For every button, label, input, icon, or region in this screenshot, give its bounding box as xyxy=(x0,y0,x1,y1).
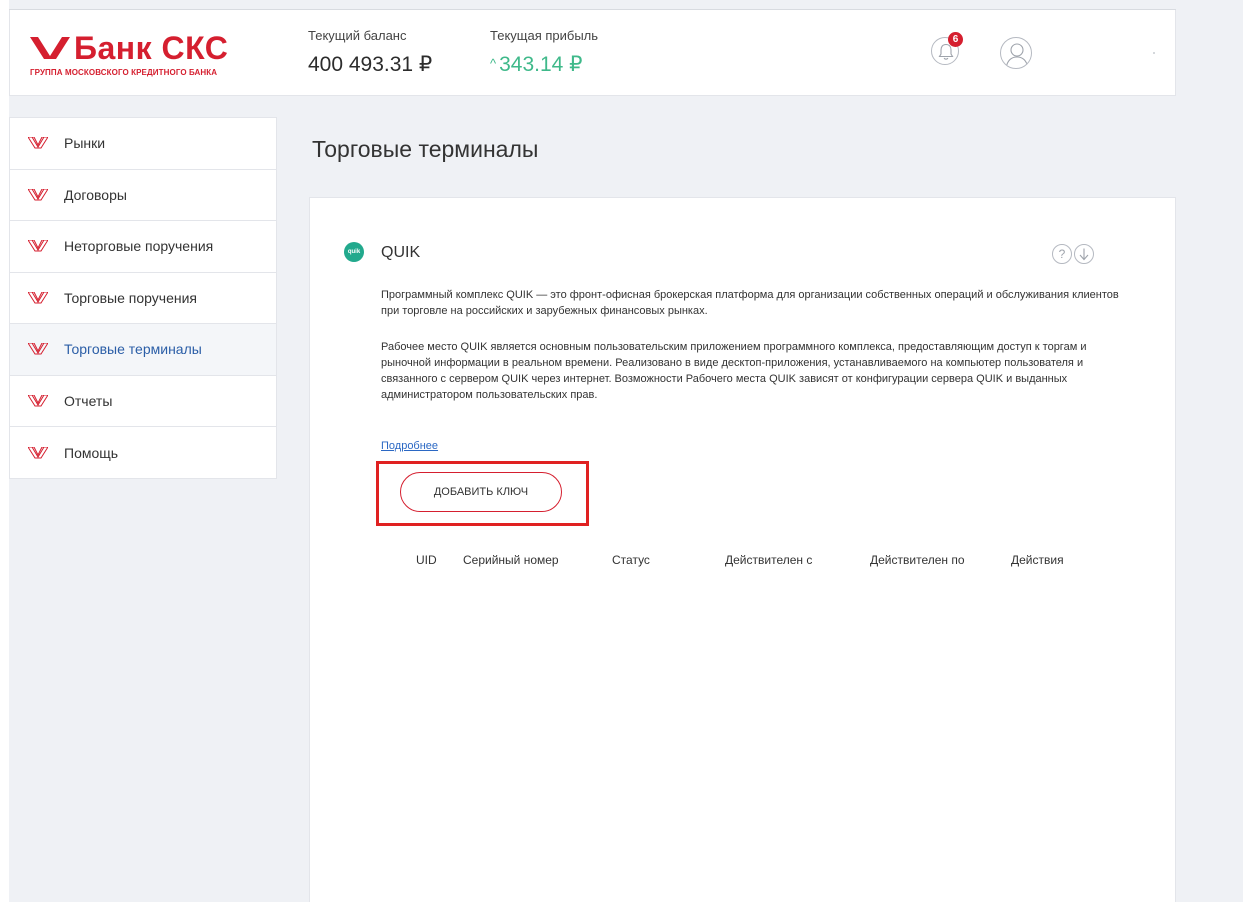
page-title: Торговые терминалы xyxy=(312,136,539,162)
bank-chevron-icon xyxy=(28,137,48,149)
notifications-button[interactable]: 6 xyxy=(931,32,963,65)
profit-value-row: ^ 343.14 ₽ xyxy=(490,52,598,77)
column-header-actions: Действия xyxy=(1011,553,1064,567)
more-info-link[interactable]: Подробнее xyxy=(381,440,438,452)
profit-value: 343.14 ₽ xyxy=(499,53,583,76)
quik-logo-icon: quik xyxy=(344,242,364,262)
sidebar-item-help[interactable]: Помощь xyxy=(10,427,276,479)
download-icon[interactable] xyxy=(1074,244,1094,264)
sidebar-item-label: Договоры xyxy=(64,186,127,203)
sidebar-item-trading-orders[interactable]: Торговые поручения xyxy=(10,273,276,324)
sidebar-item-label: Рынки xyxy=(64,135,106,152)
column-header-valid-from: Действителен с xyxy=(725,553,813,567)
column-header-serial: Серийный номер xyxy=(463,553,559,567)
profit-label: Текущая прибыль xyxy=(490,28,599,43)
user-avatar[interactable] xyxy=(1000,37,1032,69)
sidebar-item-non-trading-orders[interactable]: Неторговые поручения xyxy=(10,221,276,273)
terminal-description-1: Программный комплекс QUIK — это фронт-оф… xyxy=(381,289,1119,317)
bank-name: Банк СКС xyxy=(74,30,229,66)
balance-value: 400 493.31 ₽ xyxy=(308,53,433,76)
sidebar-item-trading-terminals[interactable]: Торговые терминалы xyxy=(10,324,276,376)
balance-block: Текущий баланс 400 493.31 ₽ xyxy=(308,28,432,77)
profit-block: Текущая прибыль ^ 343.14 ₽ xyxy=(490,28,598,77)
bank-chevron-icon xyxy=(28,394,48,407)
bank-logo[interactable]: Банк СКС ГРУППА МОСКОВСКОГО КРЕДИТНОГО Б… xyxy=(30,30,230,80)
sidebar-item-label: Помощь xyxy=(64,444,119,461)
terminal-name: QUIK xyxy=(381,244,421,261)
sidebar-item-label: Неторговые поручения xyxy=(64,238,214,255)
left-edge xyxy=(0,0,9,902)
sidebar-item-contracts[interactable]: Договоры xyxy=(10,170,276,221)
user-menu-placeholder xyxy=(1153,52,1155,54)
bank-chevron-icon xyxy=(28,240,48,252)
terminal-card: quik QUIK ? Программный комплекс QUIK — … xyxy=(309,197,1176,902)
add-key-button[interactable]: ДОБАВИТЬ КЛЮЧ xyxy=(400,472,562,512)
sidebar-item-reports[interactable]: Отчеты xyxy=(10,376,276,427)
notifications-badge: 6 xyxy=(948,32,963,47)
balance-label: Текущий баланс xyxy=(308,28,407,43)
column-header-status: Статус xyxy=(612,553,650,567)
sidebar-item-label: Отчеты xyxy=(64,392,113,409)
terminal-description-2: Рабочее место QUIK является основным пол… xyxy=(381,341,1087,401)
bank-subtitle: ГРУППА МОСКОВСКОГО КРЕДИТНОГО БАНКА xyxy=(30,68,218,77)
help-icon[interactable]: ? xyxy=(1052,244,1072,264)
sidebar-nav: Рынки Договоры Неторговые поручения Торг… xyxy=(9,117,277,479)
download-arrow-icon xyxy=(1079,248,1089,261)
bank-chevron-icon xyxy=(28,343,48,355)
column-header-uid: UID xyxy=(416,553,437,567)
bank-chevron-icon xyxy=(28,188,48,201)
bank-chevron-icon xyxy=(28,291,48,304)
user-icon xyxy=(1005,43,1029,68)
profit-up-icon: ^ xyxy=(490,56,497,71)
column-header-valid-to: Действителен по xyxy=(870,553,965,567)
sidebar-item-markets[interactable]: Рынки xyxy=(10,118,276,170)
bank-logo-icon xyxy=(30,37,70,59)
header: Банк СКС ГРУППА МОСКОВСКОГО КРЕДИТНОГО Б… xyxy=(9,10,1176,96)
sidebar-item-label: Торговые терминалы xyxy=(64,341,202,358)
sidebar-item-label: Торговые поручения xyxy=(64,289,197,306)
bank-chevron-icon xyxy=(28,446,48,459)
